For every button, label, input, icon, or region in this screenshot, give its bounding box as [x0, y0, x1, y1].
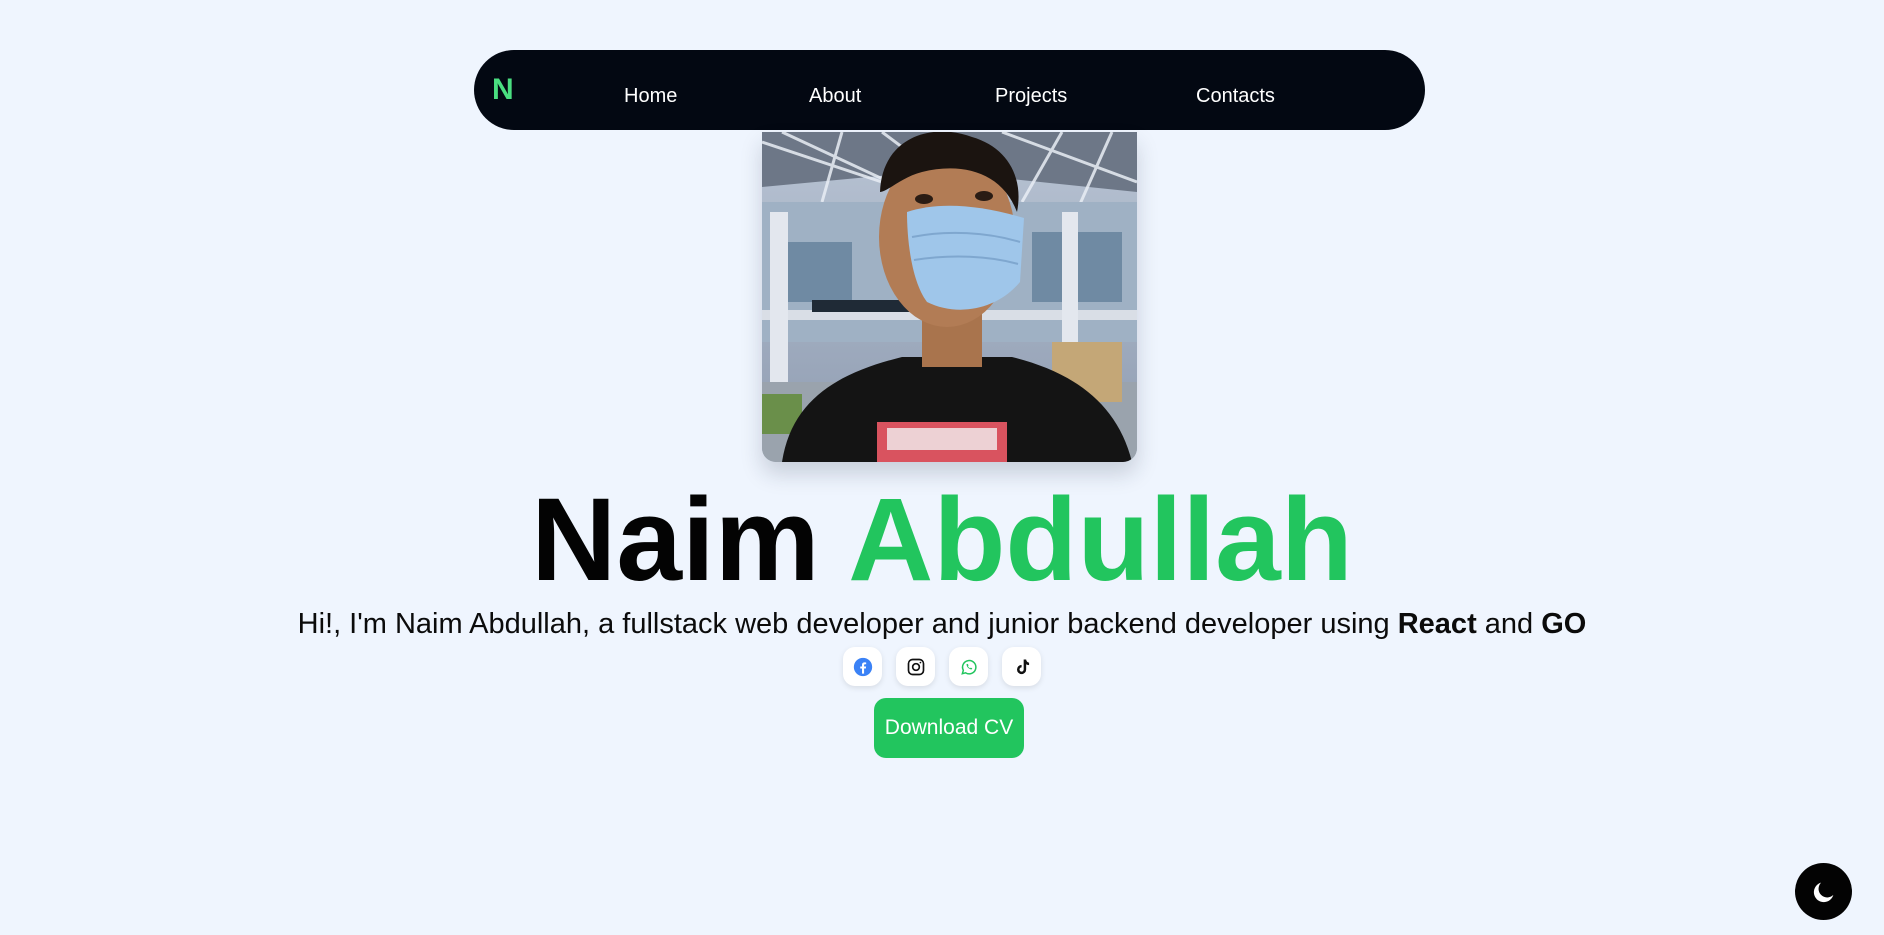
- nav-link-home[interactable]: Home: [624, 50, 677, 130]
- download-cv-button[interactable]: Download CV: [874, 698, 1024, 758]
- instagram-icon: [907, 658, 924, 675]
- nav-link-about[interactable]: About: [809, 50, 861, 130]
- hero-name: Naim Abdullah: [0, 470, 1884, 610]
- instagram-link[interactable]: [896, 647, 935, 686]
- tech-react: React: [1397, 608, 1477, 640]
- social-links: [0, 647, 1884, 689]
- nav-link-contacts[interactable]: Contacts: [1196, 50, 1275, 130]
- facebook-link[interactable]: [843, 647, 882, 686]
- logo[interactable]: N: [492, 50, 514, 130]
- hero-first-name: Naim: [531, 474, 820, 606]
- tiktok-icon: [1016, 659, 1029, 674]
- navbar: N Home About Projects Contacts: [474, 50, 1425, 130]
- intro-text: Hi!, I'm Naim Abdullah, a fullstack web …: [0, 604, 1884, 644]
- profile-photo: [762, 132, 1137, 462]
- facebook-icon: [853, 657, 872, 676]
- whatsapp-icon: [960, 659, 977, 675]
- hero-last-name: Abdullah: [848, 474, 1353, 606]
- whatsapp-link[interactable]: [949, 647, 988, 686]
- intro-conjunction: and: [1484, 608, 1534, 640]
- theme-toggle-button[interactable]: [1795, 863, 1852, 920]
- tech-go: GO: [1541, 608, 1587, 640]
- intro-prefix: Hi!, I'm Naim Abdullah, a fullstack web …: [297, 608, 1390, 640]
- tiktok-link[interactable]: [1002, 647, 1041, 686]
- moon-icon: [1813, 882, 1833, 902]
- nav-link-projects[interactable]: Projects: [995, 50, 1067, 130]
